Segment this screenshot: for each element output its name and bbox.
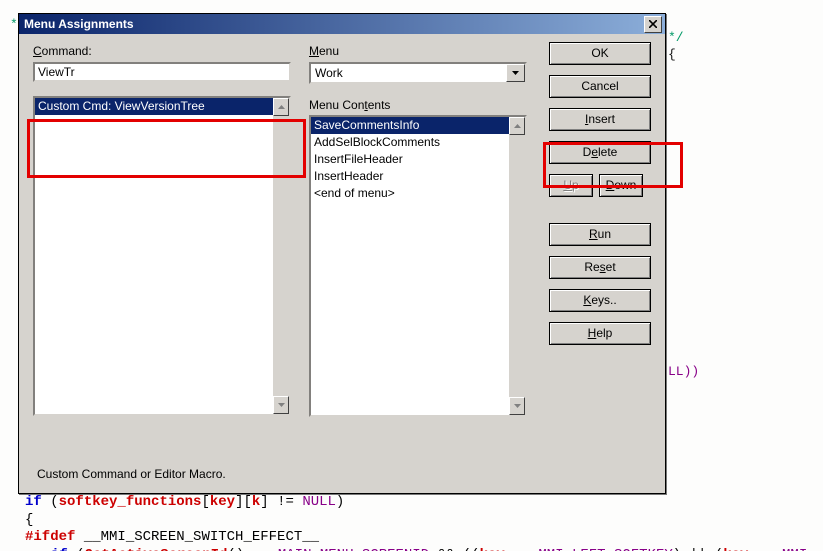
command-list-item-selected[interactable]: Custom Cmd: ViewVersionTree [35,98,289,115]
ok-button[interactable]: OK [549,42,651,65]
insert-button[interactable]: Insert [549,108,651,131]
menu-value: Work [311,64,506,82]
dialog-body: Command: Custom Cmd: ViewVersionTree Men… [19,34,665,493]
menu-contents-item[interactable]: InsertHeader [311,168,525,185]
dialog-title: Menu Assignments [24,14,134,34]
chevron-down-icon [512,71,519,75]
command-listbox[interactable]: Custom Cmd: ViewVersionTree [33,96,291,416]
menu-label: Menu [309,44,527,58]
command-column: Command: Custom Cmd: ViewVersionTree [33,44,291,417]
menu-contents-item[interactable]: SaveCommentsInfo [311,117,525,134]
reset-button[interactable]: Reset [549,256,651,279]
delete-button[interactable]: Delete [549,141,651,164]
down-button[interactable]: Down [599,174,643,197]
menu-contents-item[interactable]: AddSelBlockComments [311,134,525,151]
scroll-down-icon[interactable] [509,397,525,415]
bg-brace: { [668,30,823,64]
scroll-down-icon[interactable] [273,396,289,414]
source-code: if (softkey_functions[key][k] != NULL) {… [25,494,807,551]
menu-assignments-dialog: Menu Assignments Command: Custom Cmd: Vi… [18,13,666,494]
menu-contents-item[interactable]: InsertFileHeader [311,151,525,168]
up-button[interactable]: Up [549,174,593,197]
run-button[interactable]: Run [549,223,651,246]
help-button[interactable]: Help [549,322,651,345]
menu-contents-scrollbar[interactable] [509,117,525,415]
bg-ll: LL)) [668,347,823,381]
close-button[interactable] [644,16,662,33]
command-input[interactable] [33,62,291,82]
combo-dropdown-button[interactable] [506,64,525,82]
close-icon [649,20,657,28]
menu-column: Menu Work Menu Contents SaveCommentsInfo… [309,44,527,417]
cancel-button[interactable]: Cancel [549,75,651,98]
footer-hint: Custom Command or Editor Macro. [37,467,226,481]
titlebar[interactable]: Menu Assignments [19,14,665,34]
menu-contents-label: Menu Contents [309,98,527,112]
scroll-up-icon[interactable] [273,98,289,116]
button-column: OK Cancel Insert Delete Up Down Run Rese… [549,42,651,345]
menu-contents-listbox[interactable]: SaveCommentsInfoAddSelBlockCommentsInser… [309,115,527,417]
command-label: Command: [33,44,291,58]
bg-comment-end: */ [668,13,823,47]
menu-contents-item[interactable]: <end of menu> [311,185,525,202]
scroll-up-icon[interactable] [509,117,525,135]
menu-combobox[interactable]: Work [309,62,527,84]
keys-button[interactable]: Keys.. [549,289,651,312]
command-scrollbar[interactable] [273,98,289,414]
